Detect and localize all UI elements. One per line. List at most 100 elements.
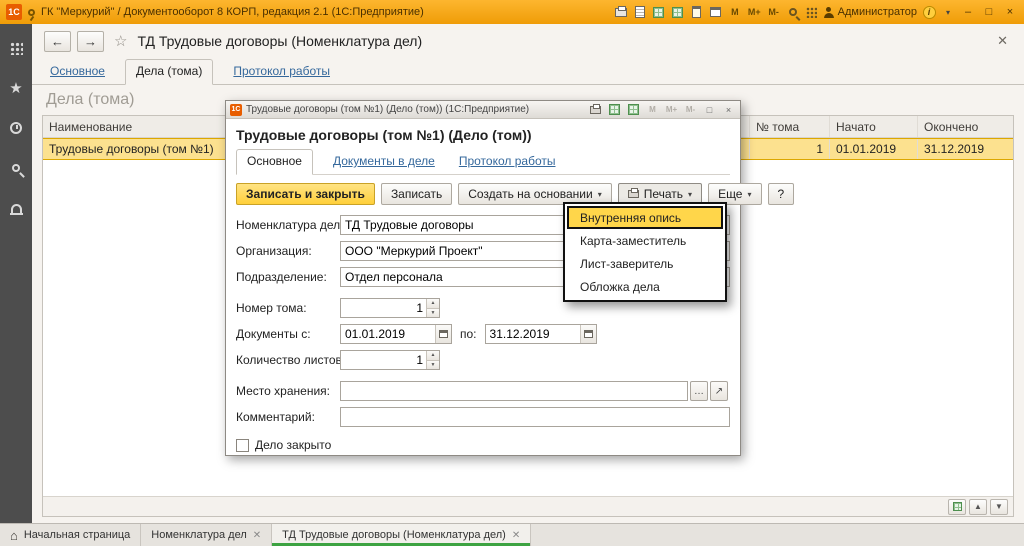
column-header-volume[interactable]: № тома: [749, 116, 829, 137]
menu-item-oblozhka-dela[interactable]: Обложка дела: [567, 275, 723, 298]
storage-place-field: [340, 381, 688, 401]
pin-icon[interactable]: [28, 9, 35, 16]
tab-protokol-raboty[interactable]: Протокол работы: [229, 60, 334, 84]
export-table-button[interactable]: [652, 4, 666, 20]
tab-dela-toma[interactable]: Дела (тома): [125, 59, 213, 85]
maximize-button[interactable]: □: [981, 6, 997, 18]
volume-number-input[interactable]: [341, 299, 426, 317]
dialog-tab-dokumenty-v-dele[interactable]: Документы в деле: [329, 150, 439, 174]
case-closed-label: Дело закрыто: [255, 438, 331, 452]
dialog-tab-protokol-raboty[interactable]: Протокол работы: [455, 150, 560, 174]
zoom-button[interactable]: [786, 4, 800, 20]
history-button[interactable]: [0, 116, 32, 140]
comment-label: Комментарий:: [236, 410, 340, 424]
back-button[interactable]: ←: [44, 31, 71, 52]
titlebar: 1С ГК "Меркурий" / Документооборот 8 КОР…: [0, 0, 1024, 24]
volume-number-field: ▲ ▼: [340, 298, 440, 318]
scroll-down-button[interactable]: ▼: [990, 499, 1008, 515]
stepper-up-icon[interactable]: ▲: [427, 351, 439, 360]
comment-input[interactable]: [341, 410, 729, 424]
documents-from-input[interactable]: [341, 327, 435, 341]
cell-finished: 31.12.2019: [917, 139, 1013, 159]
stepper-down-icon[interactable]: ▼: [427, 308, 439, 318]
sheets-count-input[interactable]: [341, 351, 426, 369]
tab-osnovnoe[interactable]: Основное: [46, 60, 109, 84]
menu-item-list-zaveritel[interactable]: Лист-заверитель: [567, 252, 723, 275]
close-tab-icon[interactable]: ✕: [253, 530, 261, 541]
menu-item-vnutrennyaya-opis[interactable]: Внутренняя опись: [567, 206, 723, 229]
documents-from-calendar-button[interactable]: [435, 325, 451, 343]
storage-place-choose-button[interactable]: …: [690, 381, 708, 401]
memory-m-minus-button[interactable]: M-: [767, 4, 781, 20]
column-header-started[interactable]: Начато: [829, 116, 917, 137]
close-form-button[interactable]: ✕: [993, 33, 1012, 49]
main-nav-tabs: Основное Дела (тома) Протокол работы: [32, 58, 1024, 85]
minimize-button[interactable]: –: [960, 6, 976, 18]
notifications-button[interactable]: [0, 196, 32, 220]
storage-place-open-button[interactable]: ↗: [710, 381, 728, 401]
save-and-close-button[interactable]: Записать и закрыть: [236, 183, 375, 205]
memory-m-button[interactable]: M: [728, 4, 742, 20]
1c-logo-icon: 1С: [230, 104, 242, 116]
documents-to-input[interactable]: [486, 327, 580, 341]
help-button[interactable]: ?: [768, 183, 795, 205]
export-table-button-2[interactable]: [671, 4, 685, 20]
taskbar-tab-nomenklatura-del[interactable]: Номенклатура дел ✕: [141, 524, 272, 546]
printer-icon: [615, 8, 627, 17]
dialog-memory-m-button[interactable]: M: [645, 103, 660, 117]
user-menu-button[interactable]: Администратор: [824, 6, 917, 18]
stepper-down-icon[interactable]: ▼: [427, 360, 439, 370]
sheets-count-stepper: ▲ ▼: [426, 351, 439, 369]
main-menu-button[interactable]: [0, 36, 32, 60]
calendar-icon: [439, 330, 448, 338]
dialog-tab-osnovnoe[interactable]: Основное: [236, 149, 313, 175]
related-info-button[interactable]: [948, 499, 966, 515]
comment-row: Комментарий:: [236, 407, 730, 427]
all-functions-button[interactable]: [805, 4, 819, 20]
calendar-button[interactable]: [709, 4, 723, 20]
taskbar-tab-td-trudovye-dogovory[interactable]: ТД Трудовые договоры (Номенклатура дел) …: [272, 524, 531, 546]
dialog-print-button[interactable]: [588, 103, 603, 117]
titlebar-left: 1С ГК "Меркурий" / Документооборот 8 КОР…: [6, 4, 424, 20]
create-based-on-label: Создать на основании: [468, 187, 593, 201]
stepper-up-icon[interactable]: ▲: [427, 299, 439, 308]
service-menu-caret[interactable]: ▾: [941, 4, 955, 20]
table-export-icon: [628, 104, 639, 115]
forward-button[interactable]: →: [77, 31, 104, 52]
bell-icon: [11, 204, 22, 213]
calculator-button[interactable]: [690, 4, 704, 20]
home-page-label: Начальная страница: [24, 529, 130, 541]
case-closed-checkbox[interactable]: [236, 439, 249, 452]
info-button[interactable]: i: [922, 4, 936, 20]
document-preview-icon: [635, 6, 645, 18]
favorite-star-icon[interactable]: ☆: [114, 32, 127, 50]
dialog-maximize-button[interactable]: □: [702, 103, 717, 117]
save-button[interactable]: Записать: [381, 183, 452, 205]
dialog-export-table-button-2[interactable]: [626, 103, 641, 117]
menu-item-karta-zamestitel[interactable]: Карта-заместитель: [567, 229, 723, 252]
close-app-button[interactable]: ×: [1002, 6, 1018, 18]
dialog-close-button[interactable]: ×: [721, 103, 736, 117]
favorites-button[interactable]: ★: [0, 76, 32, 100]
app-window: 1С ГК "Меркурий" / Документооборот 8 КОР…: [0, 0, 1024, 546]
dialog-export-table-button[interactable]: [607, 103, 622, 117]
printer-icon: [590, 106, 601, 114]
documents-to-calendar-button[interactable]: [580, 325, 596, 343]
dialog-heading: Трудовые договоры (том №1) (Дело (том)): [236, 127, 730, 143]
storage-place-input[interactable]: [341, 384, 687, 398]
home-page-tab[interactable]: ⌂ Начальная страница: [0, 524, 141, 546]
column-header-finished[interactable]: Окончено: [917, 116, 1013, 137]
cell-started: 01.01.2019: [829, 139, 917, 159]
dialog-memory-m-plus-button[interactable]: M+: [664, 103, 679, 117]
memory-m-plus-button[interactable]: M+: [747, 4, 762, 20]
dialog-titlebar[interactable]: 1С Трудовые договоры (том №1) (Дело (том…: [226, 101, 740, 119]
scroll-up-button[interactable]: ▲: [969, 499, 987, 515]
dialog-memory-m-minus-button[interactable]: M-: [683, 103, 698, 117]
search-button[interactable]: [0, 156, 32, 180]
menu-grid-icon: [10, 42, 23, 55]
close-tab-icon[interactable]: ✕: [512, 530, 520, 541]
dialog-window-title: Трудовые договоры (том №1) (Дело (том)) …: [246, 104, 584, 115]
dialog-nav-tabs: Основное Документы в деле Протокол работ…: [236, 149, 730, 175]
print-toolbar-button[interactable]: [614, 4, 628, 20]
preview-toolbar-button[interactable]: [633, 4, 647, 20]
